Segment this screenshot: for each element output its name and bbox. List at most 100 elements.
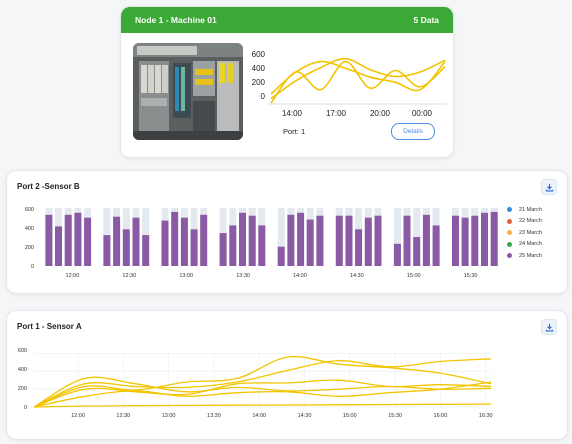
x-tick-label: 15:30 bbox=[464, 273, 478, 279]
bar bbox=[113, 216, 121, 266]
legend-item[interactable]: 21 March bbox=[507, 204, 567, 216]
download-icon bbox=[545, 183, 553, 191]
series-line bbox=[270, 60, 446, 104]
node-card-header: Node 1 - Machine 01 5 Data bbox=[121, 7, 453, 33]
bar bbox=[74, 212, 82, 266]
legend-label: 24 March bbox=[519, 241, 542, 248]
y-tick-label: 600 bbox=[252, 50, 266, 59]
legend-label: 22 March bbox=[519, 218, 542, 225]
x-tick-label: 13:00 bbox=[162, 413, 176, 419]
x-tick-label: 14:00 bbox=[293, 273, 307, 279]
bar bbox=[64, 214, 72, 266]
bar bbox=[413, 237, 421, 266]
bar bbox=[471, 215, 479, 266]
bars-group bbox=[45, 208, 498, 266]
y-tick-label: 600 bbox=[25, 207, 34, 213]
bar bbox=[481, 212, 488, 266]
bar bbox=[229, 225, 237, 266]
y-tick-label: 200 bbox=[252, 78, 266, 87]
y-tick-label: 600 bbox=[18, 348, 27, 354]
series-line bbox=[270, 57, 446, 100]
y-tick-label: 400 bbox=[18, 367, 27, 373]
x-ticks-group: 12:00 12:30 13:00 13:30 14:00 14:30 15:00 15:30 bbox=[66, 273, 478, 279]
y-tick-label: 0 bbox=[24, 405, 27, 411]
bar bbox=[490, 211, 498, 266]
bar bbox=[161, 220, 169, 266]
x-tick-label: 17:00 bbox=[326, 109, 347, 118]
x-tick-label: 16:30 bbox=[479, 413, 493, 419]
sensor-b-bar-chart: 600 400 200 0 12:00 12:30 13:00 13:30 14:00 1… bbox=[25, 207, 498, 279]
node-title: Node 1 - Machine 01 bbox=[135, 15, 217, 25]
port-label: Port: bbox=[283, 127, 299, 136]
bar bbox=[248, 215, 256, 266]
legend-dot bbox=[507, 207, 512, 213]
y-tick-label: 400 bbox=[252, 64, 266, 73]
bar bbox=[297, 212, 305, 266]
bar bbox=[45, 214, 53, 266]
bar bbox=[364, 217, 372, 266]
bar bbox=[239, 212, 246, 266]
legend-item[interactable]: 24 March bbox=[507, 239, 567, 251]
sensor-b-download-button[interactable] bbox=[541, 179, 557, 195]
y-tick-label: 0 bbox=[261, 92, 266, 101]
bar bbox=[403, 215, 411, 266]
bar bbox=[422, 214, 430, 266]
bar bbox=[132, 217, 140, 266]
x-tick-label: 12:00 bbox=[71, 413, 85, 419]
data-count: 5 Data bbox=[413, 15, 439, 25]
bar bbox=[345, 215, 353, 266]
x-tick-label: 15:00 bbox=[343, 413, 357, 419]
x-tick-label: 13:30 bbox=[207, 413, 221, 419]
sensor-b-card: Port 2 -Sensor B 600 400 200 0 12:00 12:3… bbox=[6, 170, 568, 294]
bar bbox=[355, 229, 363, 266]
bar bbox=[84, 217, 92, 266]
legend-dot bbox=[507, 230, 512, 236]
x-tick-label: 13:30 bbox=[236, 273, 250, 279]
y-tick-label: 400 bbox=[25, 226, 34, 232]
bar bbox=[432, 225, 440, 266]
y-tick-label: 200 bbox=[18, 386, 27, 392]
x-tick-label: 14:30 bbox=[298, 413, 312, 419]
bar bbox=[277, 246, 285, 266]
bar bbox=[190, 229, 198, 266]
legend-label: 23 March bbox=[519, 229, 542, 236]
bar bbox=[180, 217, 188, 266]
legend-dot bbox=[507, 218, 512, 224]
bar bbox=[171, 211, 179, 266]
bar bbox=[316, 215, 324, 266]
bar bbox=[306, 219, 314, 266]
legend-dot bbox=[507, 241, 512, 247]
legend-item[interactable]: 23 March bbox=[507, 227, 567, 239]
sensor-a-line-chart: 600 400 200 0 12:00 12:30 13:00 13:30 14:00 1… bbox=[18, 348, 493, 419]
x-tick-label: 14:00 bbox=[282, 109, 303, 118]
y-tick-label: 200 bbox=[25, 245, 34, 251]
node-card: Node 1 - Machine 01 5 Data 600 400 200 0… bbox=[120, 6, 454, 158]
bar bbox=[287, 214, 295, 266]
legend-label: 21 March bbox=[519, 206, 542, 213]
bar bbox=[200, 214, 208, 266]
sensor-b-legend: 21 March 22 March 23 March 24 March 25 M… bbox=[507, 204, 567, 262]
port-value: 1 bbox=[300, 127, 306, 136]
x-tick-label: 20:00 bbox=[370, 109, 391, 118]
bar bbox=[122, 229, 130, 266]
x-ticks-group: 12:00 12:30 13:00 13:30 14:00 14:30 15:00 15:30… bbox=[71, 413, 492, 419]
x-tick-label: 00:00 bbox=[412, 109, 433, 118]
machine-photo bbox=[133, 43, 243, 140]
bar bbox=[258, 225, 266, 266]
x-tick-label: 12:30 bbox=[116, 413, 130, 419]
legend-item[interactable]: 25 March bbox=[507, 250, 567, 262]
sensor-a-card: Port 1 - Sensor A 600 400 200 0 12:00 12:… bbox=[6, 310, 568, 440]
x-tick-label: 15:00 bbox=[407, 273, 421, 279]
bar bbox=[374, 215, 382, 266]
legend-label: 25 March bbox=[519, 252, 542, 259]
mini-lines-group bbox=[270, 57, 446, 104]
x-tick-label: 14:00 bbox=[252, 413, 266, 419]
details-button[interactable]: Details bbox=[391, 123, 435, 140]
bar bbox=[452, 215, 459, 266]
x-tick-label: 12:30 bbox=[122, 273, 136, 279]
x-tick-label: 12:00 bbox=[66, 273, 80, 279]
bar bbox=[219, 233, 227, 266]
legend-item[interactable]: 22 March bbox=[507, 216, 567, 228]
series-line bbox=[33, 403, 492, 408]
series-line bbox=[270, 60, 446, 95]
